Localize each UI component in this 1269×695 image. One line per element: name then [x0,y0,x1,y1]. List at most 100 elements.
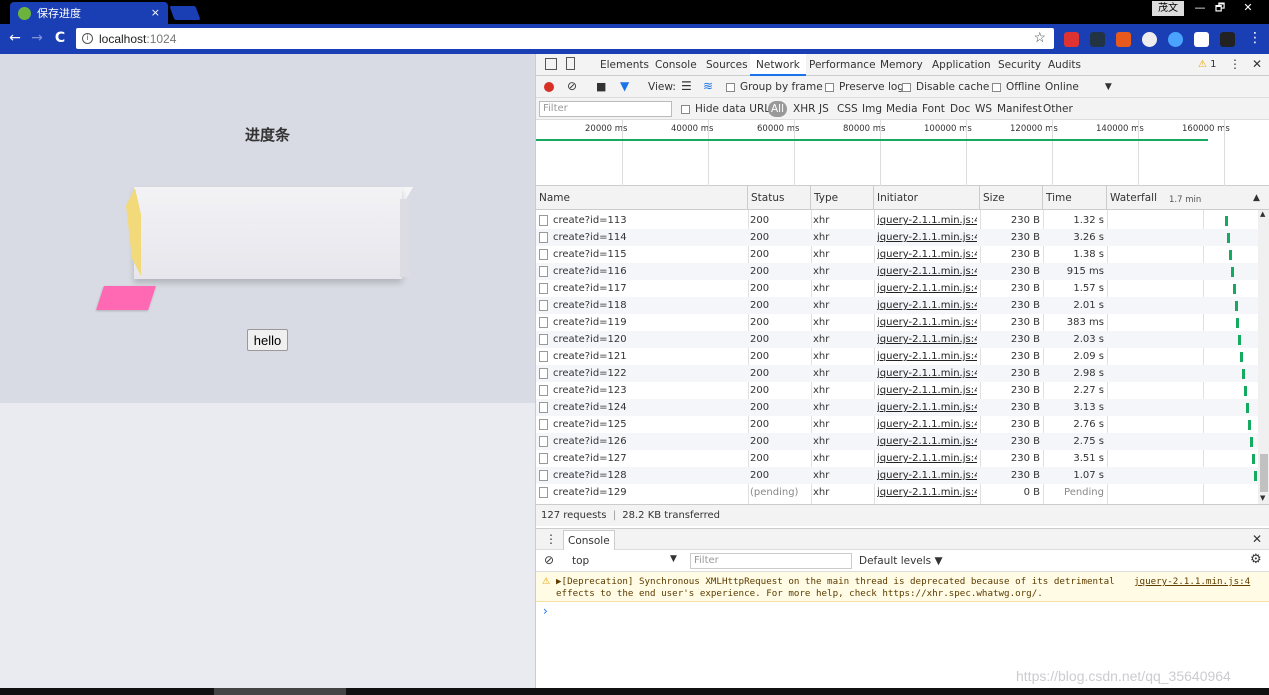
profile-name[interactable]: 茂文 [1152,1,1184,16]
requests-scrollbar[interactable]: ▲ ▼ [1258,210,1269,504]
filter-other[interactable]: Other [1043,103,1073,115]
tab-security[interactable]: Security [998,59,1041,71]
overview-icon[interactable]: ≋ [703,79,713,93]
menu-icon[interactable]: ⋮ [1246,30,1264,46]
bookmark-star-icon[interactable]: ☆ [1033,29,1046,46]
devtools-close-icon[interactable]: ✕ [1252,57,1262,71]
table-row[interactable]: create?id=116 200 xhr jquery-2.1.1.min.js:4… [536,263,1258,280]
browser-tab[interactable]: 保存进度 × [10,2,168,24]
hide-data-urls-checkbox[interactable]: Hide data URLs [681,103,776,115]
offline-checkbox[interactable]: Offline [992,81,1040,93]
group-by-frame-checkbox[interactable]: Group by frame [726,81,823,93]
disable-cache-checkbox[interactable]: Disable cache [902,81,989,93]
table-row[interactable]: create?id=119 200 xhr jquery-2.1.1.min.js:4… [536,314,1258,331]
cell-initiator[interactable]: jquery-2.1.1.min.js:4 [877,229,977,246]
tab-console[interactable]: Console [655,59,697,71]
cell-initiator[interactable]: jquery-2.1.1.min.js:4 [877,365,977,382]
filter-xhr[interactable]: XHR [793,103,815,115]
cell-initiator[interactable]: jquery-2.1.1.min.js:4 [877,399,977,416]
filter-icon[interactable]: ▼ [620,79,629,93]
drawer-tab-console[interactable]: Console [563,530,615,550]
console-filter-input[interactable]: Filter [690,553,852,569]
cell-initiator[interactable]: jquery-2.1.1.min.js:4 [877,297,977,314]
restore-button[interactable]: 🗗 [1209,0,1231,16]
filter-font[interactable]: Font [922,103,945,115]
sort-up-icon[interactable]: ▲ [1253,186,1260,210]
scroll-down-icon[interactable]: ▼ [1260,494,1265,502]
devtools-menu-icon[interactable]: ⋮ [1229,57,1241,71]
cell-initiator[interactable]: jquery-2.1.1.min.js:4 [877,246,977,263]
table-row[interactable]: create?id=114 200 xhr jquery-2.1.1.min.js:4… [536,229,1258,246]
warning-counter[interactable]: ⚠ 1 [1198,59,1217,70]
table-row[interactable]: create?id=123 200 xhr jquery-2.1.1.min.js:4… [536,382,1258,399]
table-row[interactable]: create?id=113 200 xhr jquery-2.1.1.min.js:4… [536,212,1258,229]
table-row[interactable]: create?id=118 200 xhr jquery-2.1.1.min.js:4… [536,297,1258,314]
table-row[interactable]: create?id=129 (pending) xhr jquery-2.1.1.mi… [536,484,1258,501]
column-type[interactable]: Type [811,186,874,210]
column-initiator[interactable]: Initiator [874,186,980,210]
filter-css[interactable]: CSS [837,103,858,115]
requests-scrollbar-thumb[interactable] [1260,454,1268,492]
device-toolbar-icon[interactable] [566,57,575,70]
warning-source-link[interactable]: jquery-2.1.1.min.js:4 [1134,576,1250,587]
cell-initiator[interactable]: jquery-2.1.1.min.js:4 [877,450,977,467]
filter-img[interactable]: Img [862,103,882,115]
filter-ws[interactable]: WS [975,103,992,115]
column-time[interactable]: Time [1043,186,1107,210]
table-row[interactable]: create?id=124 200 xhr jquery-2.1.1.min.js:4… [536,399,1258,416]
scroll-up-icon[interactable]: ▲ [1260,210,1265,218]
log-levels-select[interactable]: Default levels ▼ [859,555,943,567]
table-row[interactable]: create?id=127 200 xhr jquery-2.1.1.min.js:4… [536,450,1258,467]
back-button[interactable]: ← [6,30,24,46]
table-row[interactable]: create?id=121 200 xhr jquery-2.1.1.min.js:4… [536,348,1258,365]
filter-all[interactable]: All [768,101,788,117]
reload-button[interactable]: C [51,30,69,46]
horizontal-scrollbar[interactable] [0,688,1269,695]
cell-initiator[interactable]: jquery-2.1.1.min.js:4 [877,263,977,280]
hello-button[interactable]: hello [247,329,288,351]
scrollbar-thumb[interactable] [214,688,346,695]
table-row[interactable]: create?id=128 200 xhr jquery-2.1.1.min.js:4… [536,467,1258,484]
throttle-select[interactable]: Online ▼ [1045,81,1112,93]
tab-sources[interactable]: Sources [706,59,748,71]
console-settings-gear-icon[interactable]: ⚙ [1250,552,1262,567]
extension-icon-4[interactable] [1142,32,1157,47]
filter-doc[interactable]: Doc [950,103,970,115]
cell-initiator[interactable]: jquery-2.1.1.min.js:4 [877,467,977,484]
extension-icon-6[interactable] [1194,32,1209,47]
cell-initiator[interactable]: jquery-2.1.1.min.js:4 [877,416,977,433]
filter-media[interactable]: Media [886,103,918,115]
new-tab-button[interactable] [169,6,201,20]
cell-initiator[interactable]: jquery-2.1.1.min.js:4 [877,433,977,450]
table-row[interactable]: create?id=115 200 xhr jquery-2.1.1.min.js:4… [536,246,1258,263]
console-clear-icon[interactable]: ⊘ [544,553,554,567]
extension-icon-3[interactable] [1116,32,1131,47]
filter-js[interactable]: JS [819,103,829,115]
minimize-button[interactable]: — [1189,0,1211,16]
column-status[interactable]: Status [748,186,811,210]
table-row[interactable]: create?id=125 200 xhr jquery-2.1.1.min.js:4… [536,416,1258,433]
column-size[interactable]: Size [980,186,1043,210]
preserve-log-checkbox[interactable]: Preserve log [825,81,904,93]
filter-manifest[interactable]: Manifest [997,103,1042,115]
column-name[interactable]: Name [536,186,748,210]
cell-initiator[interactable]: jquery-2.1.1.min.js:4 [877,348,977,365]
tab-network[interactable]: Network [750,54,806,76]
cell-initiator[interactable]: jquery-2.1.1.min.js:4 [877,382,977,399]
window-close-button[interactable]: ✕ [1236,0,1260,16]
network-overview[interactable]: 20000 ms 40000 ms 60000 ms 80000 ms 1000… [536,120,1269,186]
table-row[interactable]: create?id=117 200 xhr jquery-2.1.1.min.js:4… [536,280,1258,297]
inspect-icon[interactable] [545,58,557,70]
screenshot-icon[interactable]: ■ [596,80,606,93]
tab-memory[interactable]: Memory [880,59,923,71]
drawer-close-icon[interactable]: ✕ [1252,532,1262,546]
chevron-down-icon[interactable]: ▼ [670,554,677,564]
extension-icon-5[interactable] [1168,32,1183,47]
tab-elements[interactable]: Elements [600,59,649,71]
warning-link[interactable]: https://xhr.spec.whatwg.org/ [882,588,1037,599]
table-row[interactable]: create?id=120 200 xhr jquery-2.1.1.min.js:4… [536,331,1258,348]
clear-icon[interactable]: ⊘ [567,79,577,93]
drawer-menu-icon[interactable]: ⋮ [545,532,557,546]
table-row[interactable]: create?id=126 200 xhr jquery-2.1.1.min.js:4… [536,433,1258,450]
cell-initiator[interactable]: jquery-2.1.1.min.js:4 [877,331,977,348]
